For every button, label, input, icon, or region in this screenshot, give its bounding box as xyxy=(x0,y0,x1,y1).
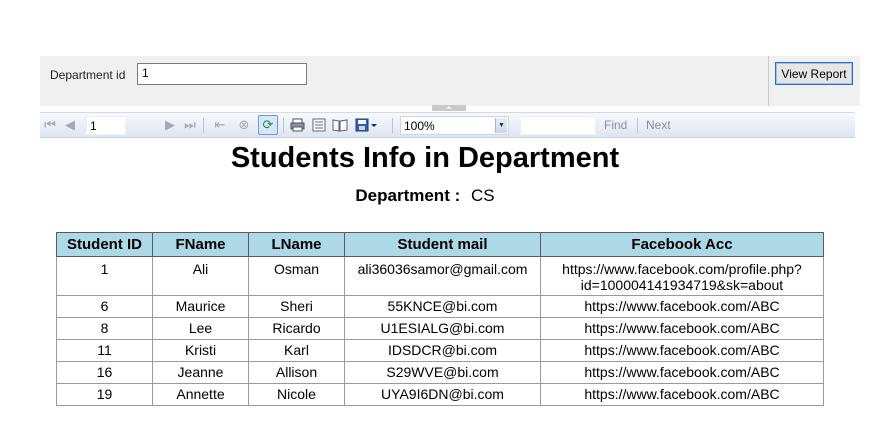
back-icon[interactable]: ⇤ xyxy=(212,117,228,133)
table-header-row: Student ID FName LName Student mail Face… xyxy=(56,232,824,257)
print-icon[interactable] xyxy=(289,117,305,133)
cell-lname: Sheri xyxy=(248,295,345,318)
department-value: CS xyxy=(470,186,495,205)
toolbar-separator xyxy=(283,118,284,133)
cell-facebook-acc: https://www.facebook.com/ABC xyxy=(540,339,824,362)
chevron-down-icon[interactable]: ▼ xyxy=(495,118,507,133)
table-row: 6 Maurice Sheri 55KNCE@bi.com https://ww… xyxy=(56,295,824,318)
report-viewer: Department id 1 View Report ⏮ ◀ 1 ▶ ⏭ ⇤ … xyxy=(0,0,873,448)
cell-student-mail: 55KNCE@bi.com xyxy=(344,295,541,318)
collapse-parameters-handle[interactable] xyxy=(432,105,466,111)
table-row: 19 Annette Nicole UYA9I6DN@bi.com https:… xyxy=(56,383,824,406)
find-link[interactable]: Find xyxy=(604,118,627,132)
students-table: Student ID FName LName Student mail Face… xyxy=(56,232,824,406)
column-header-facebook-acc: Facebook Acc xyxy=(540,232,824,257)
cell-student-mail: U1ESIALG@bi.com xyxy=(344,317,541,340)
page-setup-icon[interactable] xyxy=(332,117,348,133)
cell-student-id: 19 xyxy=(56,383,153,406)
cell-lname: Karl xyxy=(248,339,345,362)
facebook-url-line-1: https://www.facebook.com/profile.php? xyxy=(562,261,802,277)
department-label: Department : xyxy=(355,186,461,205)
find-input[interactable] xyxy=(520,116,596,135)
parameter-divider xyxy=(768,56,769,106)
parameter-area: Department id 1 View Report xyxy=(40,56,860,106)
facebook-url-line-2: id=100004141934719&sk=about xyxy=(580,277,784,293)
stop-icon[interactable]: ⊗ xyxy=(236,117,252,133)
table-row: 8 Lee Ricardo U1ESIALG@bi.com https://ww… xyxy=(56,317,824,340)
cell-student-mail: S29WVE@bi.com xyxy=(344,361,541,384)
cell-lname: Ricardo xyxy=(248,317,345,340)
department-id-input[interactable]: 1 xyxy=(137,63,307,85)
cell-facebook-acc: https://www.facebook.com/ABC xyxy=(540,295,824,318)
cell-facebook-acc: https://www.facebook.com/profile.php? id… xyxy=(540,256,824,296)
export-icon[interactable] xyxy=(354,117,380,133)
table-row: 1 Ali Osman ali36036samor@gmail.com http… xyxy=(56,256,824,296)
previous-page-icon[interactable]: ◀ xyxy=(62,117,78,133)
cell-student-mail: UYA9I6DN@bi.com xyxy=(344,383,541,406)
column-header-fname: FName xyxy=(152,232,249,257)
cell-student-id: 8 xyxy=(56,317,153,340)
next-page-icon[interactable]: ▶ xyxy=(162,117,178,133)
toolbar-separator xyxy=(392,118,393,133)
column-header-lname: LName xyxy=(248,232,345,257)
page-number-input[interactable]: 1 xyxy=(86,116,126,135)
toolbar-separator xyxy=(203,118,204,133)
cell-student-id: 1 xyxy=(56,256,153,296)
column-header-student-mail: Student mail xyxy=(344,232,541,257)
print-layout-icon[interactable] xyxy=(311,117,327,133)
toolbar-separator xyxy=(637,118,638,133)
table-row: 11 Kristi Karl IDSDCR@bi.com https://www… xyxy=(56,339,824,362)
cell-fname: Maurice xyxy=(152,295,249,318)
first-page-icon[interactable]: ⏮ xyxy=(42,117,58,133)
zoom-select[interactable]: 100% ▼ xyxy=(400,116,509,135)
cell-lname: Nicole xyxy=(248,383,345,406)
cell-student-id: 6 xyxy=(56,295,153,318)
cell-lname: Allison xyxy=(248,361,345,384)
view-report-button[interactable]: View Report xyxy=(775,62,853,85)
cell-fname: Lee xyxy=(152,317,249,340)
cell-student-mail: ali36036samor@gmail.com xyxy=(344,256,541,296)
cell-fname: Jeanne xyxy=(152,361,249,384)
cell-fname: Ali xyxy=(152,256,249,296)
cell-facebook-acc: https://www.facebook.com/ABC xyxy=(540,361,824,384)
cell-student-mail: IDSDCR@bi.com xyxy=(344,339,541,362)
department-id-label: Department id xyxy=(50,68,126,82)
cell-fname: Annette xyxy=(152,383,249,406)
table-row: 16 Jeanne Allison S29WVE@bi.com https://… xyxy=(56,361,824,384)
refresh-icon[interactable]: ⟳ xyxy=(258,115,278,135)
last-page-icon[interactable]: ⏭ xyxy=(182,117,198,133)
cell-lname: Osman xyxy=(248,256,345,296)
cell-facebook-acc: https://www.facebook.com/ABC xyxy=(540,383,824,406)
column-header-student-id: Student ID xyxy=(56,232,153,257)
zoom-value: 100% xyxy=(404,119,435,133)
cell-student-id: 11 xyxy=(56,339,153,362)
next-link[interactable]: Next xyxy=(646,118,671,132)
cell-facebook-acc: https://www.facebook.com/ABC xyxy=(540,317,824,340)
cell-fname: Kristi xyxy=(152,339,249,362)
cell-student-id: 16 xyxy=(56,361,153,384)
department-line: Department : CS xyxy=(0,186,850,206)
report-toolbar: ⏮ ◀ 1 ▶ ⏭ ⇤ ⊗ ⟳ 100% ▼ Find Next xyxy=(40,112,855,138)
report-title: Students Info in Department xyxy=(230,142,620,174)
